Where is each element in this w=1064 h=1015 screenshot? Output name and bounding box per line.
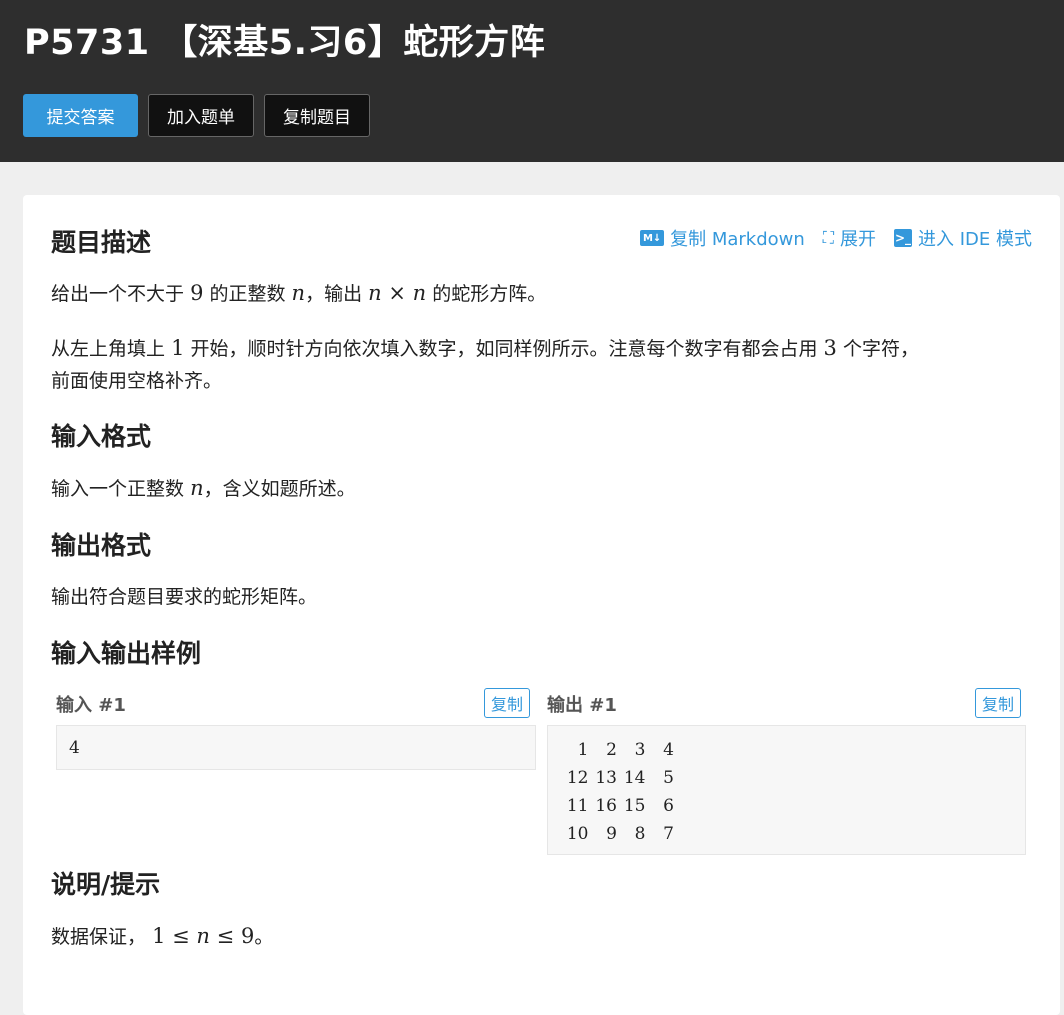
output-cell: 7 bbox=[663, 824, 674, 844]
math-range: 1 ≤ n ≤ 9 bbox=[152, 924, 254, 948]
output-row: 1234 bbox=[560, 736, 1013, 764]
output-format-text: 输出符合题目要求的蛇形矩阵。 bbox=[51, 586, 318, 608]
output-row: 11 16 15 6 bbox=[560, 792, 1013, 820]
math-variable: n bbox=[368, 281, 382, 305]
copy-problem-button[interactable]: 复制题目 bbox=[264, 94, 370, 137]
text-span: ，含义如题所述。 bbox=[203, 478, 356, 500]
output-cell: 14 bbox=[623, 768, 646, 788]
markdown-icon: M↓ bbox=[640, 230, 665, 246]
copy-markdown-link[interactable]: M↓ 复制 Markdown bbox=[640, 225, 805, 251]
input-sample-label: 输入 #1 bbox=[56, 695, 126, 716]
output-cell: 3 bbox=[634, 740, 646, 760]
text-span: 的正整数 bbox=[209, 283, 286, 305]
math-n: n bbox=[292, 281, 306, 305]
copy-input-button[interactable]: 复制 bbox=[484, 688, 531, 718]
samples-title: 输入输出样例 bbox=[51, 639, 202, 668]
output-row: 12 13 14 5 bbox=[560, 764, 1013, 792]
output-cell: 11 bbox=[566, 796, 589, 816]
text-span: 个字符， bbox=[842, 338, 919, 360]
math-number: 3 bbox=[823, 336, 837, 360]
text-span: 。 bbox=[254, 926, 274, 948]
math-operator: × bbox=[388, 281, 406, 305]
text-span: 数据保证， bbox=[51, 926, 147, 948]
action-bar: 提交答案 加入题单 复制题目 bbox=[23, 94, 370, 137]
math-number: 1 bbox=[152, 924, 166, 948]
math-n: n bbox=[190, 476, 204, 500]
output-cell: 2 bbox=[606, 740, 617, 760]
output-cell: 9 bbox=[606, 824, 617, 844]
copy-markdown-label: 复制 Markdown bbox=[670, 229, 805, 250]
output-cell: 15 bbox=[623, 796, 646, 816]
text-span: 给出一个不大于 bbox=[51, 283, 185, 305]
math-number: 1 bbox=[171, 336, 185, 360]
output-sample-box[interactable]: 1 2 3 4 12 13 14 5 11 16 15 6 10 9 8 7 bbox=[547, 725, 1026, 855]
math-number: 9 bbox=[240, 924, 255, 948]
output-cell: 4 bbox=[663, 740, 674, 760]
math-variable: n bbox=[190, 476, 204, 500]
submit-answer-button[interactable]: 提交答案 bbox=[23, 94, 138, 137]
description-paragraph-1: 给出一个不大于 9 的正整数 n，输出 n × n 的蛇形方阵。 bbox=[51, 277, 546, 310]
math-1: 1 bbox=[171, 336, 184, 360]
math-variable: n bbox=[412, 281, 427, 305]
math-variable: n bbox=[196, 924, 210, 948]
input-sample-box[interactable]: 4 bbox=[56, 725, 536, 770]
description-paragraph-2-line-2: 前面使用空格补齐。 bbox=[51, 370, 223, 392]
output-cell: 8 bbox=[634, 824, 646, 844]
text-span: 从左上角填上 bbox=[51, 338, 166, 360]
output-cell: 16 bbox=[595, 796, 617, 816]
math-number: 9 bbox=[190, 281, 204, 305]
add-to-list-button[interactable]: 加入题单 bbox=[148, 94, 254, 137]
problem-card: 题目描述 M↓ 复制 Markdown ⛶ 展开 >_ 进入 IDE 模式 给出… bbox=[23, 195, 1060, 1015]
ide-mode-label: 进入 IDE 模式 bbox=[918, 229, 1032, 250]
output-cell: 10 bbox=[566, 824, 589, 844]
problem-title: P5731 【深基5.习6】蛇形方阵 bbox=[24, 23, 546, 63]
terminal-icon: >_ bbox=[894, 229, 912, 247]
input-format-title: 输入格式 bbox=[51, 422, 152, 451]
output-sample-grid: 1 2 3 4 12 13 14 5 11 16 15 6 10 9 8 7 bbox=[560, 736, 1013, 848]
text-span: ，输出 bbox=[305, 283, 363, 305]
ide-mode-link[interactable]: >_ 进入 IDE 模式 bbox=[894, 225, 1032, 251]
copy-output-button[interactable]: 复制 bbox=[975, 688, 1022, 718]
output-cell: 1 bbox=[577, 740, 589, 760]
text-span: 的蛇形方阵。 bbox=[432, 283, 547, 305]
text-span: 输入一个正整数 bbox=[51, 478, 185, 500]
math-variable: n bbox=[291, 281, 306, 305]
hint-text: 数据保证， 1 ≤ n ≤ 9。 bbox=[51, 920, 273, 953]
output-cell: 5 bbox=[663, 768, 674, 788]
description-paragraph-2: 从左上角填上 1 开始，顺时针方向依次填入数字，如同样例所示。注意每个数字有都会… bbox=[51, 332, 919, 397]
output-cell: 6 bbox=[663, 796, 674, 816]
text-span: 开始，顺时针方向依次填入数字，如同样例所示。注意每个数字有都会占用 bbox=[190, 338, 818, 360]
expand-link[interactable]: ⛶ 展开 bbox=[823, 225, 876, 251]
problem-toolbar: M↓ 复制 Markdown ⛶ 展开 >_ 进入 IDE 模式 bbox=[640, 225, 1032, 251]
output-row: 10 9 8 7 bbox=[560, 820, 1013, 848]
input-format-text: 输入一个正整数 n，含义如题所述。 bbox=[51, 472, 356, 505]
expand-icon: ⛶ bbox=[822, 228, 834, 247]
description-paragraph-2-line-1: 从左上角填上 1 开始，顺时针方向依次填入数字，如同样例所示。注意每个数字有都会… bbox=[51, 332, 919, 365]
math-9: 9 bbox=[190, 281, 203, 305]
description-title: 题目描述 bbox=[51, 228, 152, 257]
output-format-title: 输出格式 bbox=[51, 531, 152, 560]
expand-label: 展开 bbox=[840, 229, 876, 250]
math-operator: ≤ bbox=[216, 924, 235, 948]
output-cell: 12 bbox=[566, 768, 589, 788]
problem-header: P5731 【深基5.习6】蛇形方阵 提交答案 加入题单 复制题目 bbox=[0, 0, 1064, 162]
output-cell: 13 bbox=[595, 768, 617, 788]
output-sample-label: 输出 #1 bbox=[547, 695, 617, 716]
math-n-times-n: n × n bbox=[368, 281, 426, 305]
math-3: 3 bbox=[824, 336, 837, 360]
math-operator: ≤ bbox=[172, 924, 190, 948]
input-sample-value: 4 bbox=[69, 738, 80, 758]
hint-title: 说明/提示 bbox=[51, 870, 161, 899]
